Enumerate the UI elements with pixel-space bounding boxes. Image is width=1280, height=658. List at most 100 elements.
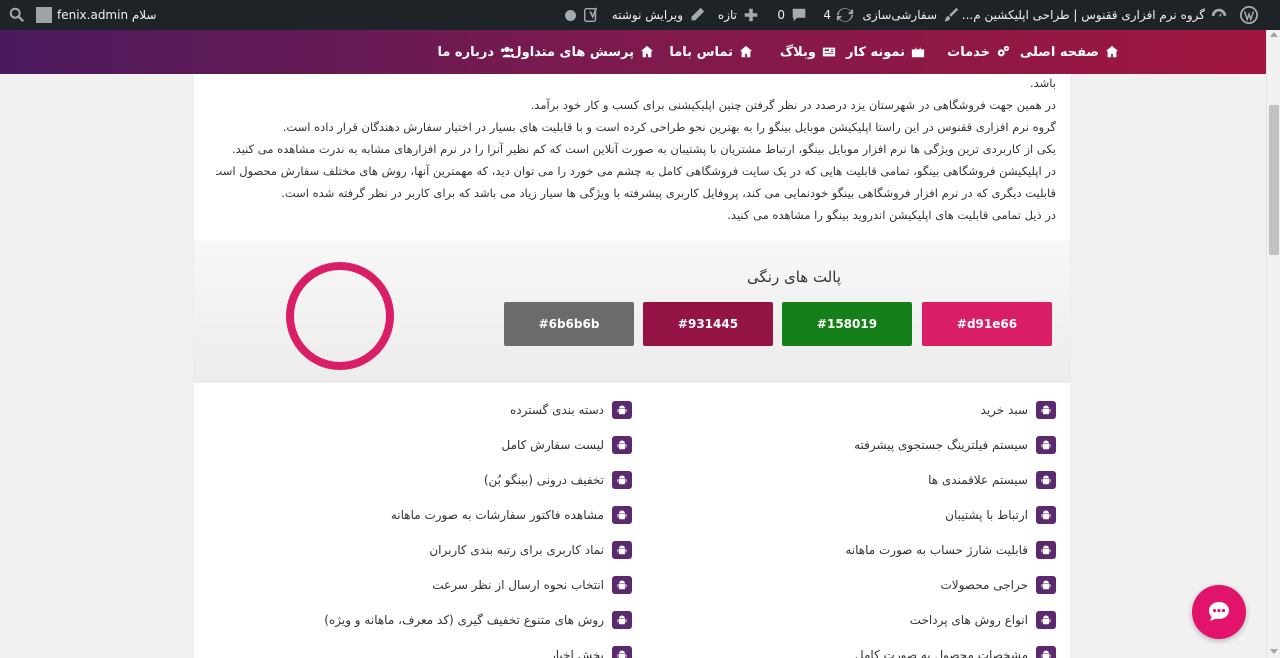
nav-home[interactable]: صفحه اصلی (1020, 30, 1119, 74)
paragraph: گروه نرم افزاری ققنوس در این راستا اپلیک… (282, 120, 1056, 134)
feature-item: مشخصات محصول به صورت کامل (855, 645, 1056, 658)
feature-label: لیست سفارش کامل (501, 438, 604, 452)
page-scrollbar[interactable] (1266, 30, 1280, 658)
android-icon (612, 401, 632, 419)
feature-item: قابلیت شارژ حساب به صورت ماهانه (845, 540, 1056, 560)
status-circle-icon (565, 9, 576, 21)
new-content-link[interactable]: تازه (718, 0, 760, 30)
updates-count: 4 (823, 8, 831, 22)
comment-icon (790, 6, 808, 24)
scroll-thumb[interactable] (1269, 105, 1279, 255)
nav-services[interactable]: خدمات (947, 30, 1010, 74)
updates-link[interactable]: 4 (823, 0, 854, 30)
feature-label: بخش اخبار (549, 648, 604, 658)
palette-title: پالت های رنگی (746, 268, 841, 286)
nav-contact[interactable]: تماس باما (669, 30, 753, 74)
nav-blog[interactable]: وبلاگ (780, 30, 836, 74)
customize-label: سفارشی‌سازی (862, 8, 937, 22)
paragraph: یکی از کاربردی ترین ویژگی ها نرم افزار م… (232, 142, 1056, 156)
nav-faq[interactable]: پرسش های متداول (510, 30, 654, 74)
home-icon (640, 45, 654, 58)
nav-portfolio[interactable]: نمونه کار (846, 30, 925, 74)
site-name-link[interactable]: گروه نرم افزاری ققنوس | طراحی اپلیکشین م… (962, 0, 1228, 30)
briefcase-icon (911, 47, 925, 58)
color-palette-section: پالت های رنگی #d91e66 #158019 #931445 #6… (194, 240, 1070, 383)
android-icon (1036, 436, 1056, 454)
android-icon (612, 541, 632, 559)
feature-label: تخفیف درونی (بینگو بُن) (483, 473, 604, 487)
android-icon (1036, 576, 1056, 594)
feature-label: سیستم فیلترینگ جستجوی پیشرفته (854, 438, 1028, 452)
users-icon (500, 46, 514, 58)
admin-bar: گروه نرم افزاری ققنوس | طراحی اپلیکشین م… (0, 0, 1280, 30)
yoast-link[interactable] (582, 0, 600, 30)
feature-label: نماد کاربری برای رتبه بندی کاربران (429, 543, 604, 557)
feature-item: لیست سفارش کامل (501, 435, 632, 455)
paragraph: باشد. (1029, 76, 1056, 90)
android-icon (1036, 646, 1056, 658)
yoast-icon (582, 6, 600, 24)
site-name: گروه نرم افزاری ققنوس | طراحی اپلیکشین م… (961, 8, 1205, 22)
plus-icon (742, 6, 760, 24)
paragraph: قابلیت دیگری که در نرم افزار فروشگاهی بی… (281, 186, 1056, 200)
new-label: تازه (717, 8, 737, 22)
comments-link[interactable]: 0 (777, 0, 808, 30)
dashboard-icon (1210, 6, 1228, 24)
chat-button[interactable] (1192, 585, 1246, 639)
edit-label: ویرایش نوشته (611, 8, 683, 22)
status-dot (565, 0, 576, 30)
feature-item: حراجی محصولات (940, 575, 1056, 595)
color-swatch: #931445 (643, 302, 773, 346)
brush-icon (942, 6, 960, 24)
comments-count: 0 (777, 8, 785, 22)
wp-logo-button[interactable] (1240, 0, 1258, 30)
admin-search-button[interactable] (8, 0, 26, 30)
feature-item: سیستم علاقمندی ها (928, 470, 1056, 490)
feature-item: دسته بندی گسترده (510, 400, 632, 420)
chat-bubble-icon (1209, 602, 1229, 621)
android-icon (1036, 541, 1056, 559)
avatar (36, 7, 52, 23)
color-swatch: #d91e66 (922, 302, 1052, 346)
color-swatch: #6b6b6b (504, 302, 634, 346)
nav-portfolio-label: نمونه کار (846, 44, 905, 60)
nav-faq-label: پرسش های متداول (510, 44, 634, 60)
feature-item: سبد خرید (981, 400, 1056, 420)
nav-blog-label: وبلاگ (779, 44, 816, 60)
android-icon (1036, 506, 1056, 524)
nav-about[interactable]: درباره ما (437, 30, 514, 74)
feature-label: انتخاب نحوه ارسال از نظر سرعت (432, 578, 604, 592)
android-icon (612, 611, 632, 629)
feature-label: ارتباط با پشتیبان (945, 508, 1028, 522)
scroll-down-arrow-icon[interactable] (1270, 649, 1278, 654)
feature-label: سیستم علاقمندی ها (928, 473, 1028, 487)
gears-icon (997, 45, 1010, 57)
customize-link[interactable]: سفارشی‌سازی (862, 0, 960, 30)
feature-item: انواع روش های پرداخت (910, 610, 1056, 630)
feature-item: مشاهده فاکتور سفارشات به صورت ماهانه (391, 505, 632, 525)
feature-item: انتخاب نحوه ارسال از نظر سرعت (432, 575, 632, 595)
paragraph: در همین جهت فروشگاهی در شهرستان یزد درصد… (530, 98, 1056, 112)
account-menu[interactable]: سلام fenix.admin (36, 0, 157, 30)
feature-item: نماد کاربری برای رتبه بندی کاربران (429, 540, 632, 560)
edit-post-link[interactable]: ویرایش نوشته (612, 0, 706, 30)
nav-about-label: درباره ما (437, 44, 494, 60)
paragraph: در ذیل تمامی قابلیت های اپلیکیشن اندروید… (727, 208, 1056, 222)
android-icon (612, 471, 632, 489)
feature-label: مشخصات محصول به صورت کامل (854, 648, 1028, 658)
scroll-up-arrow-icon[interactable] (1270, 32, 1278, 37)
refresh-icon (836, 6, 854, 24)
feature-item: سیستم فیلترینگ جستجوی پیشرفته (854, 435, 1056, 455)
android-icon (1036, 611, 1056, 629)
android-icon (612, 576, 632, 594)
color-ring (286, 262, 394, 370)
greeting: سلام fenix.admin (57, 8, 157, 22)
feature-label: مشاهده فاکتور سفارشات به صورت ماهانه (390, 508, 604, 522)
home-icon (1105, 45, 1119, 58)
content-column: باشد. در همین جهت فروشگاهی در شهرستان یز… (193, 74, 1071, 658)
feature-label: انواع روش های پرداخت (909, 613, 1028, 627)
main-navigation: صفحه اصلی خدمات نمونه کار وبلاگ تماس بام… (0, 30, 1266, 74)
search-icon (8, 6, 26, 24)
nav-contact-label: تماس باما (669, 44, 733, 60)
android-icon (612, 646, 632, 658)
